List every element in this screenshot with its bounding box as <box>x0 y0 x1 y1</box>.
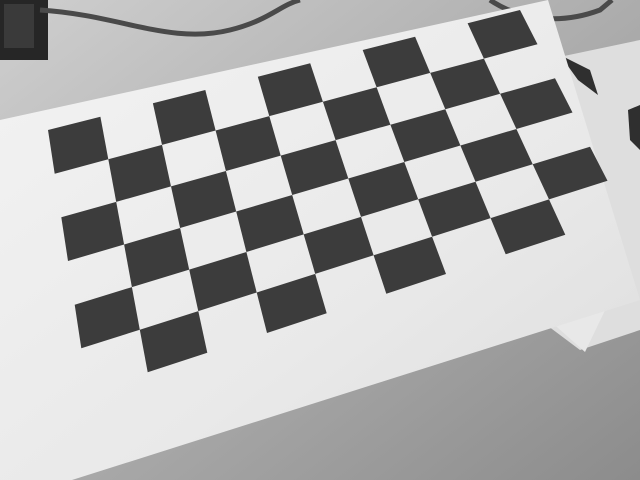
photograph <box>0 0 640 480</box>
photo-scene <box>0 0 640 480</box>
